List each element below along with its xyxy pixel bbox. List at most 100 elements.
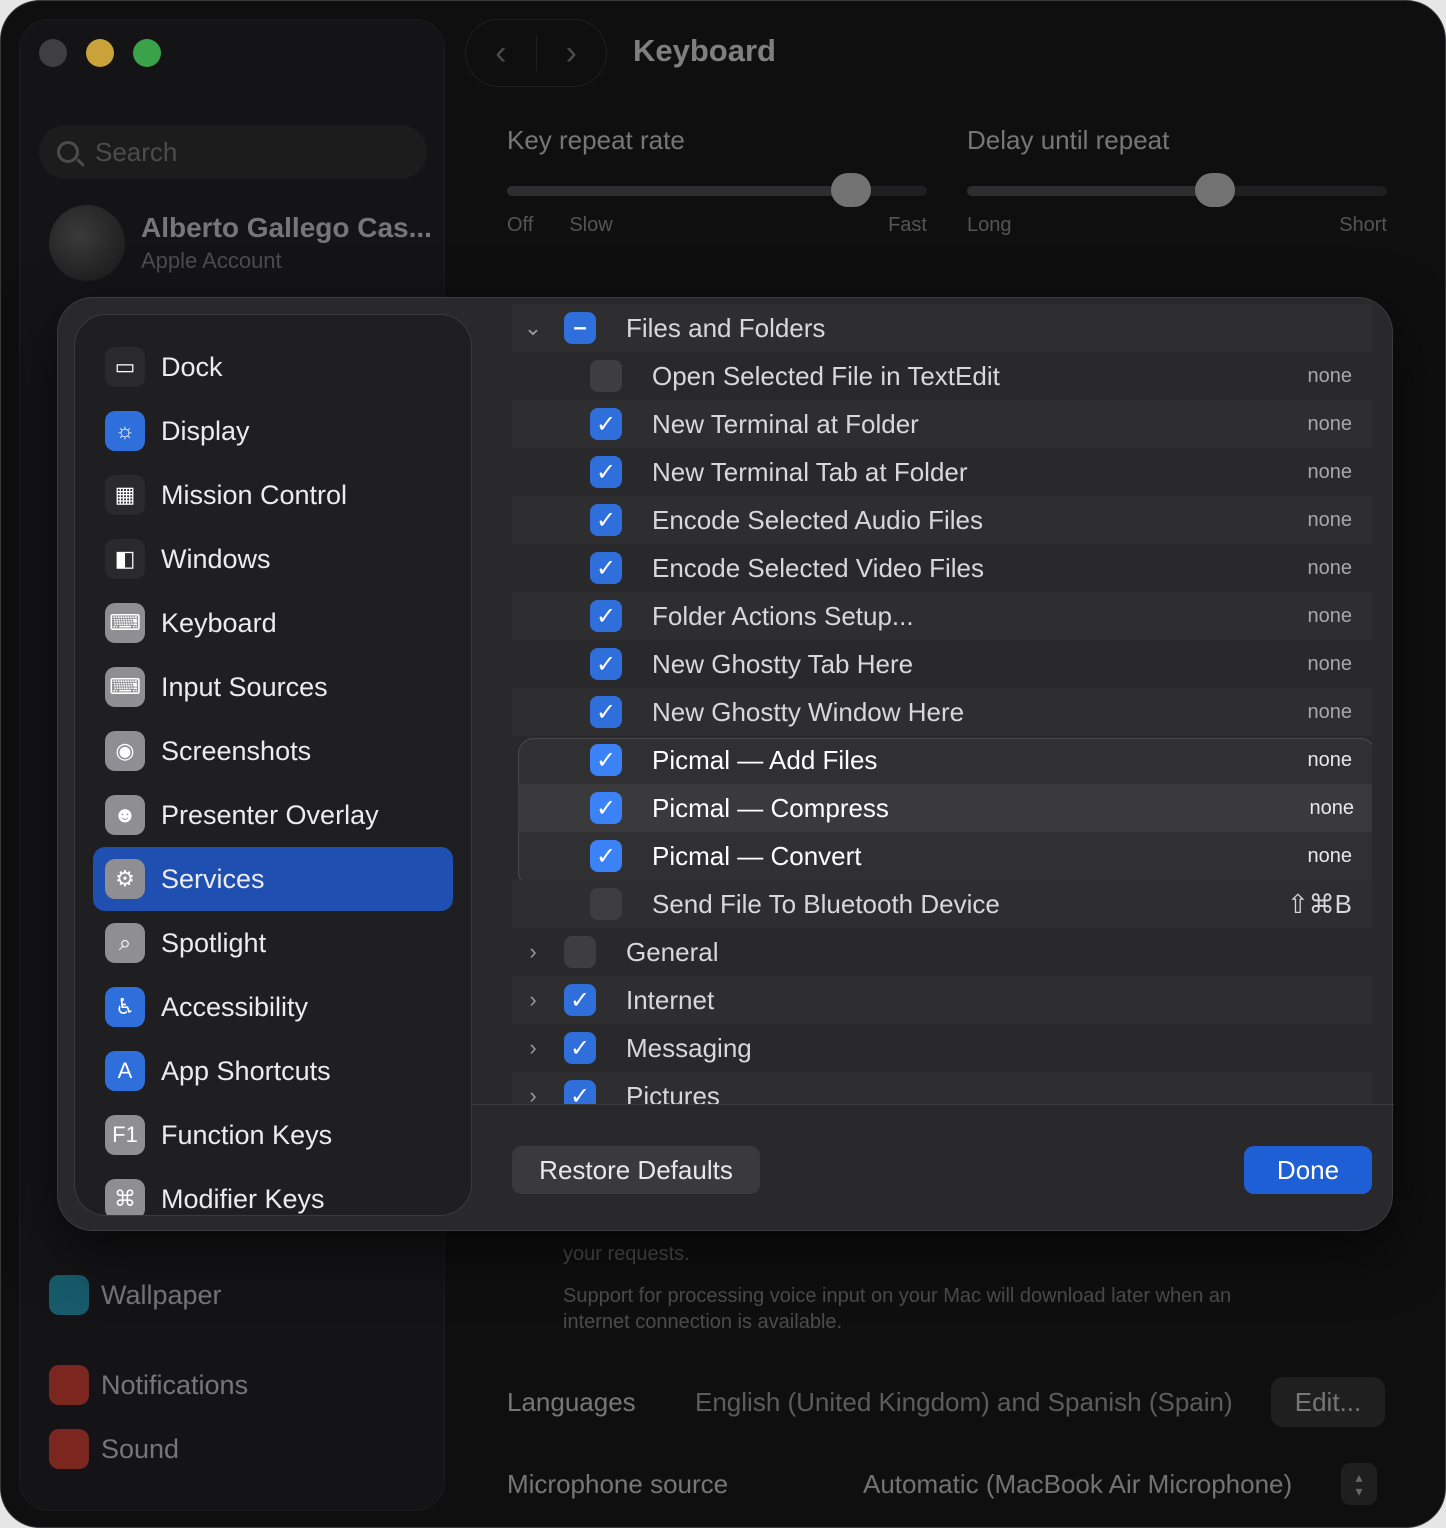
zoom-window-button[interactable] xyxy=(133,39,161,67)
chevron-right-icon[interactable]: › xyxy=(520,1035,546,1061)
sidebar-search-field[interactable]: Search xyxy=(39,125,427,179)
shortcut-field[interactable]: none xyxy=(1308,461,1353,484)
category-item-modifier-keys[interactable]: ⌘ Modifier Keys xyxy=(93,1167,453,1215)
group-row-files-and-folders[interactable]: ⌄ – Files and Folders xyxy=(512,304,1372,352)
minimize-window-button[interactable] xyxy=(86,39,114,67)
category-item-mission-control[interactable]: ▦ Mission Control xyxy=(93,463,453,527)
service-row[interactable]: Send File To Bluetooth Device ⇧⌘B xyxy=(512,880,1372,928)
checkbox-unchecked[interactable] xyxy=(564,936,596,968)
service-row[interactable]: ✓ New Terminal at Folder none xyxy=(512,400,1372,448)
category-item-function-keys[interactable]: F1 Function Keys xyxy=(93,1103,453,1167)
close-window-button[interactable] xyxy=(39,39,67,67)
category-item-app-shortcuts[interactable]: A App Shortcuts xyxy=(93,1039,453,1103)
category-item-screenshots[interactable]: ◉ Screenshots xyxy=(93,719,453,783)
category-item-presenter-overlay[interactable]: ☻ Presenter Overlay xyxy=(93,783,453,847)
microphone-label: Microphone source xyxy=(507,1469,729,1499)
checkbox-checked[interactable]: ✓ xyxy=(564,1080,596,1104)
checkbox-checked[interactable]: ✓ xyxy=(590,504,622,536)
category-item-spotlight[interactable]: ⌕ Spotlight xyxy=(93,911,453,975)
service-row[interactable]: ✓ New Terminal Tab at Folder none xyxy=(512,448,1372,496)
shortcut-field[interactable]: none xyxy=(1308,749,1353,772)
checkbox-checked[interactable]: ✓ xyxy=(590,744,622,776)
checkbox-checked[interactable]: ✓ xyxy=(590,408,622,440)
service-row[interactable]: ✓ Encode Selected Audio Files none xyxy=(512,496,1372,544)
checkbox-checked[interactable]: ✓ xyxy=(564,1032,596,1064)
wallpaper-icon xyxy=(49,1275,89,1315)
sidebar-item-sound[interactable]: Sound xyxy=(49,1429,179,1469)
sidebar-item-wallpaper[interactable]: Wallpaper xyxy=(49,1275,222,1315)
category-label: Accessibility xyxy=(161,991,309,1022)
chevron-down-icon[interactable]: ⌄ xyxy=(520,315,546,341)
checkbox-checked[interactable]: ✓ xyxy=(590,696,622,728)
category-label: App Shortcuts xyxy=(161,1055,331,1086)
chevron-right-icon[interactable]: › xyxy=(520,987,546,1013)
checkbox-checked[interactable]: ✓ xyxy=(590,792,622,824)
search-icon xyxy=(57,141,79,163)
group-row-internet[interactable]: › ✓ Internet xyxy=(512,976,1372,1024)
keyboard-shortcuts-sheet: ▭ Dock ☼ Display ▦ Mission Control ◧ Windows ⌨ Ke… xyxy=(57,297,1394,1231)
group-row-general[interactable]: › General xyxy=(512,928,1372,976)
service-row[interactable]: ✓ Folder Actions Setup... none xyxy=(512,592,1372,640)
services-icon: ⚙ xyxy=(105,859,145,899)
checkbox-checked[interactable]: ✓ xyxy=(590,648,622,680)
shortcut-field[interactable]: none xyxy=(1308,509,1353,532)
delay-repeat-slider[interactable] xyxy=(967,173,1387,207)
shortcut-field[interactable]: none xyxy=(1308,365,1353,388)
shortcut-field[interactable]: none xyxy=(1308,413,1353,436)
service-row[interactable]: ✓ Picmal — Add Files none xyxy=(512,736,1372,784)
checkbox-checked[interactable]: ✓ xyxy=(590,456,622,488)
key-repeat-rate: Key repeat rate Off Slow Fast xyxy=(507,125,927,237)
back-button[interactable]: ‹ xyxy=(466,19,536,87)
category-item-services[interactable]: ⚙ Services xyxy=(93,847,453,911)
group-label: Messaging xyxy=(626,1032,752,1063)
category-item-keyboard[interactable]: ⌨ Keyboard xyxy=(93,591,453,655)
chevron-right-icon[interactable]: › xyxy=(520,939,546,965)
service-row[interactable]: ✓ Encode Selected Video Files none xyxy=(512,544,1372,592)
shortcut-field[interactable]: none xyxy=(1310,797,1355,820)
checkbox-checked[interactable]: ✓ xyxy=(590,600,622,632)
microphone-popup-stepper[interactable]: ▴ ▾ xyxy=(1341,1463,1377,1505)
microphone-value[interactable]: Automatic (MacBook Air Microphone) xyxy=(863,1469,1292,1500)
category-item-accessibility[interactable]: ♿ Accessibility xyxy=(93,975,453,1039)
forward-button[interactable]: › xyxy=(537,19,607,87)
shortcut-field[interactable]: none xyxy=(1308,557,1353,580)
chevron-right-icon[interactable]: › xyxy=(520,1083,546,1104)
slider-knob[interactable] xyxy=(1194,173,1235,207)
navigation-buttons: ‹ › xyxy=(465,19,607,87)
service-row[interactable]: ✓ Picmal — Convert none xyxy=(512,832,1372,880)
checkbox-checked[interactable]: ✓ xyxy=(590,552,622,584)
group-row-messaging[interactable]: › ✓ Messaging xyxy=(512,1024,1372,1072)
service-row[interactable]: ✓ New Ghostty Tab Here none xyxy=(512,640,1372,688)
key-repeat-slider[interactable] xyxy=(507,173,927,207)
shortcut-field[interactable]: none xyxy=(1308,605,1353,628)
sidebar-item-notifications[interactable]: Notifications xyxy=(49,1365,248,1405)
shortcut-field[interactable]: none xyxy=(1308,845,1353,868)
category-item-windows[interactable]: ◧ Windows xyxy=(93,527,453,591)
category-item-dock[interactable]: ▭ Dock xyxy=(93,335,453,399)
shortcut-field[interactable]: none xyxy=(1308,653,1353,676)
key-repeat-label: Key repeat rate xyxy=(507,125,685,155)
category-item-input-sources[interactable]: ⌨ Input Sources xyxy=(93,655,453,719)
category-label: Display xyxy=(161,415,250,446)
service-row[interactable]: Open Selected File in TextEdit none xyxy=(512,352,1372,400)
service-row[interactable]: ✓ New Ghostty Window Here none xyxy=(512,688,1372,736)
tick-label: Long xyxy=(967,214,1012,236)
slider-knob[interactable] xyxy=(831,173,872,207)
checkbox-unchecked[interactable] xyxy=(590,360,622,392)
restore-defaults-button[interactable]: Restore Defaults xyxy=(512,1146,760,1194)
checkbox-checked[interactable]: ✓ xyxy=(590,840,622,872)
shortcut-field[interactable]: ⇧⌘B xyxy=(1287,889,1352,920)
category-item-display[interactable]: ☼ Display xyxy=(93,399,453,463)
checkbox-checked[interactable]: ✓ xyxy=(564,984,596,1016)
service-row[interactable]: ✓ Picmal — Compress none xyxy=(518,784,1372,832)
dictation-note: Support for processing voice input on yo… xyxy=(563,1285,1232,1307)
checkbox-unchecked[interactable] xyxy=(590,888,622,920)
group-row-pictures[interactable]: › ✓ Pictures xyxy=(512,1072,1372,1104)
shortcut-field[interactable]: none xyxy=(1308,701,1353,724)
divider xyxy=(472,1104,1394,1105)
apple-account[interactable]: Alberto Gallego Cas... Apple Account xyxy=(49,205,432,281)
languages-edit-button[interactable]: Edit... xyxy=(1271,1377,1385,1427)
done-button[interactable]: Done xyxy=(1244,1146,1372,1194)
mixed-checkbox[interactable]: – xyxy=(564,312,596,344)
display-icon: ☼ xyxy=(105,411,145,451)
